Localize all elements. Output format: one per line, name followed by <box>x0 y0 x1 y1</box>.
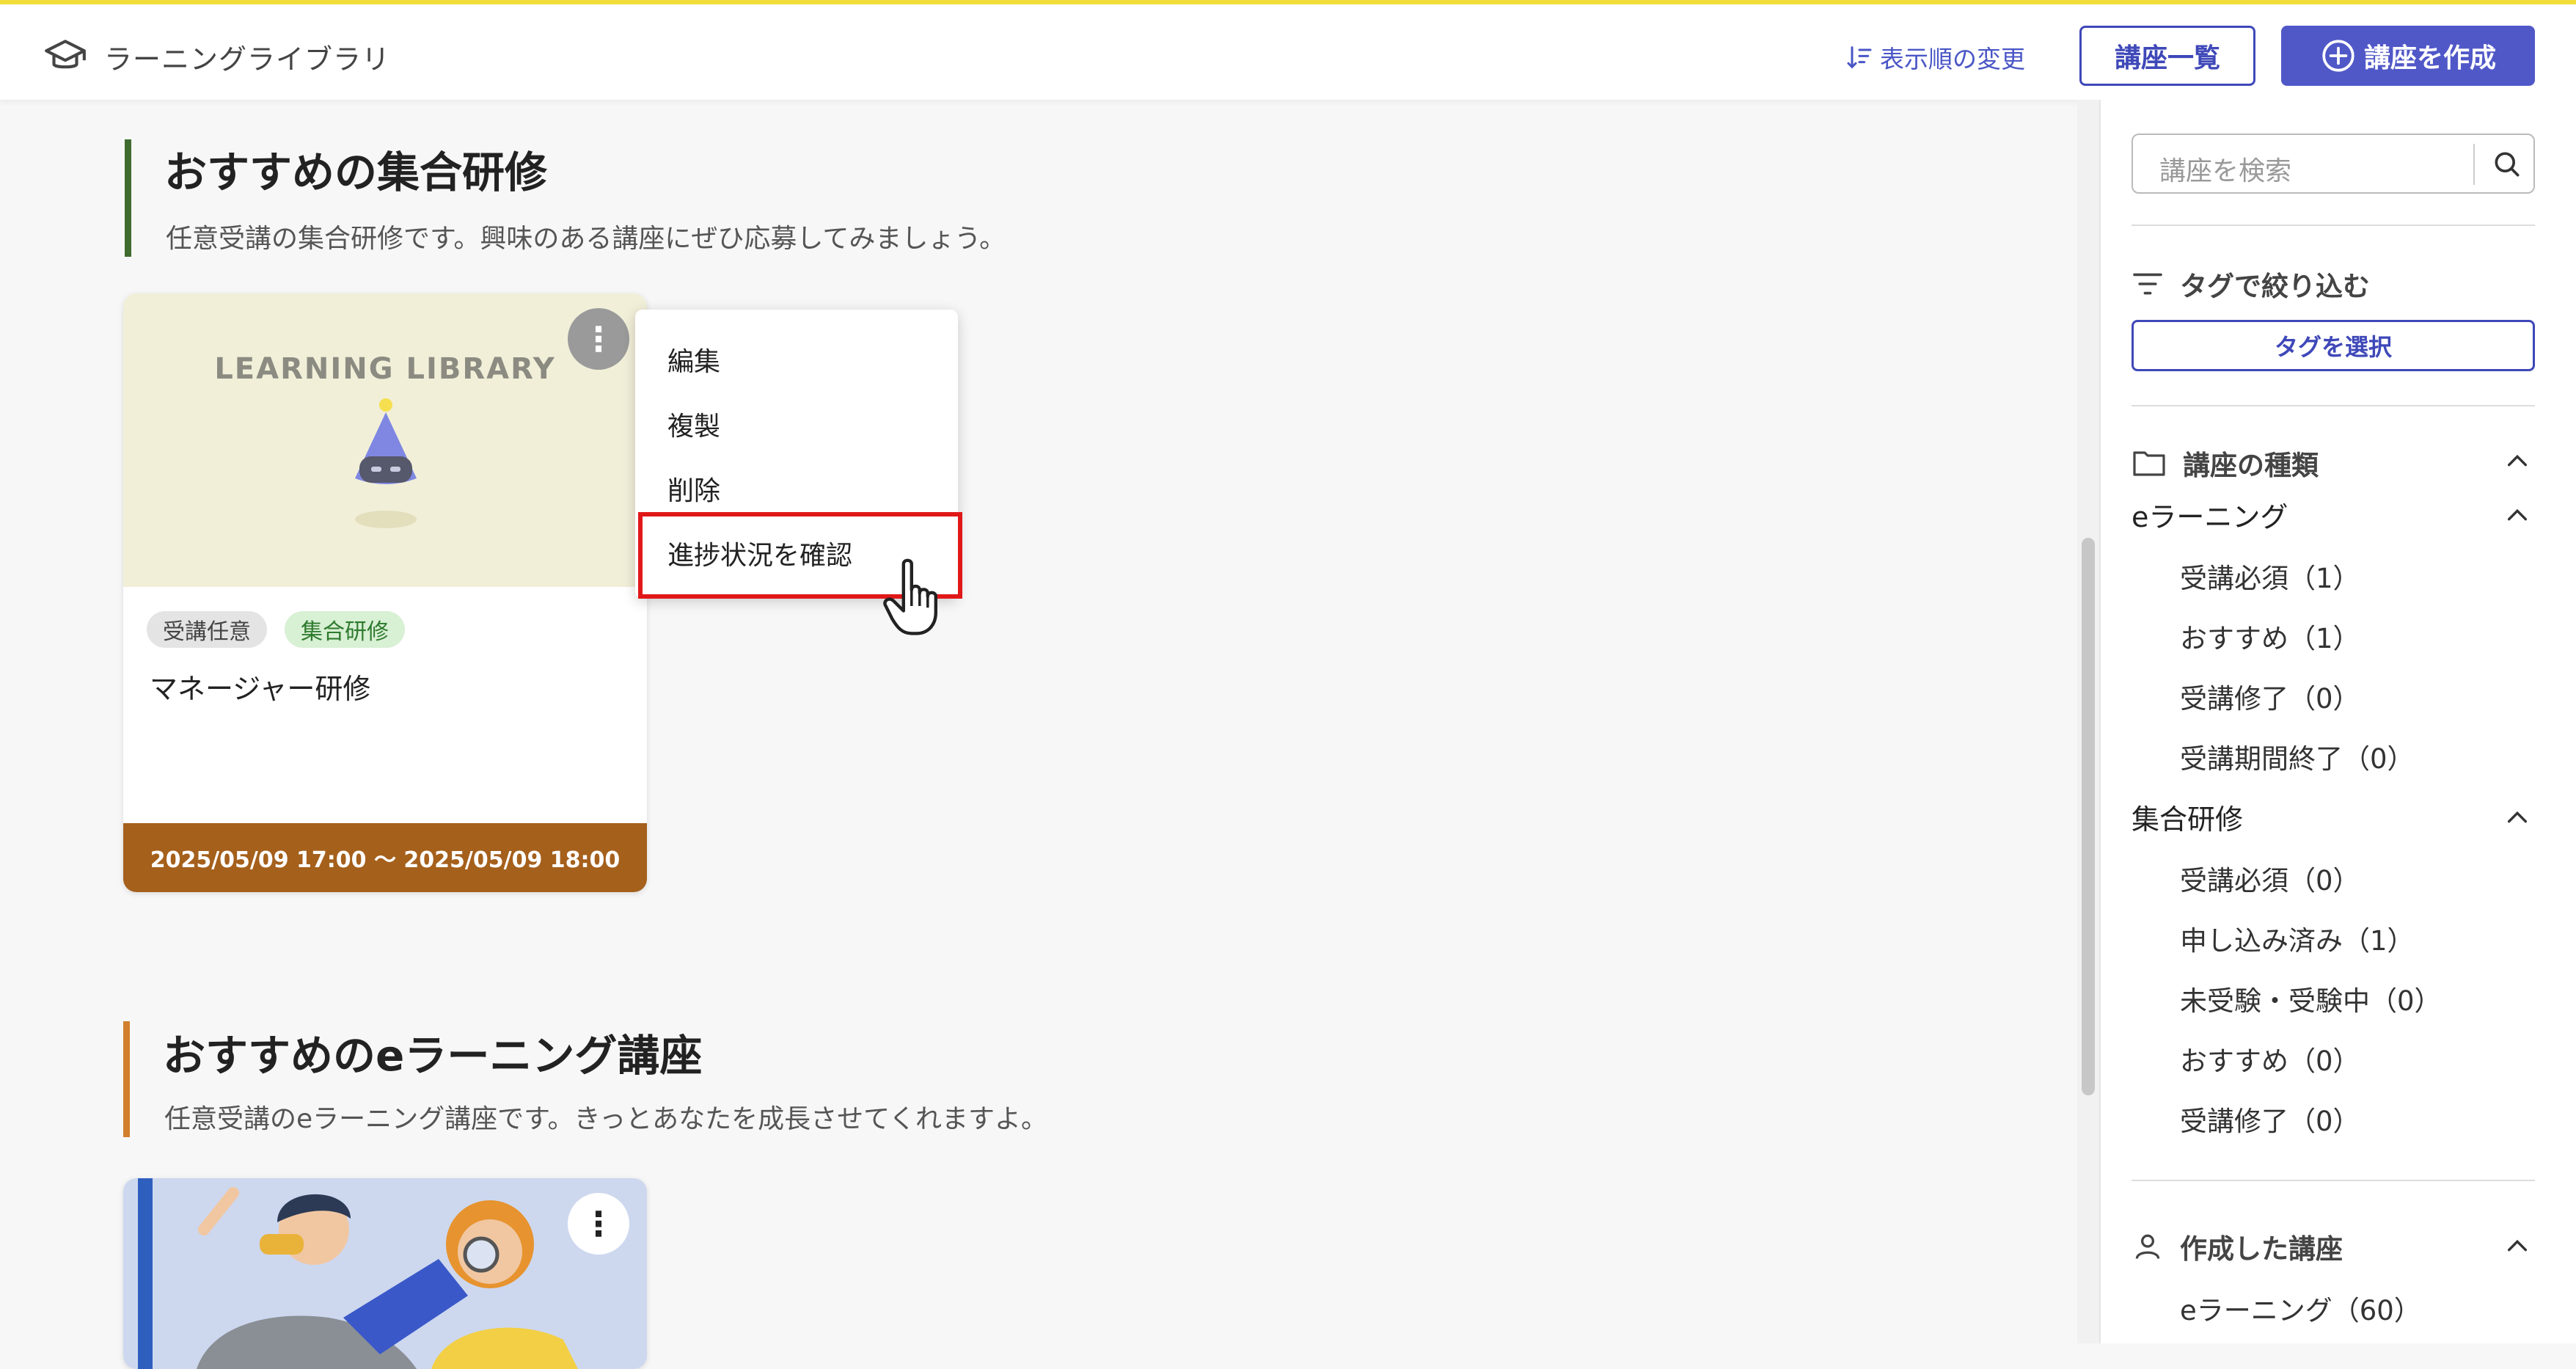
course-list-button[interactable]: 講座一覧 <box>2079 26 2255 86</box>
sidebar-item[interactable]: 受講修了（0） <box>2180 676 2360 716</box>
sidebar-item[interactable]: 受講必須（1） <box>2180 556 2360 596</box>
section-description: 任意受講の集合研修です。興味のある講座にぜひ応募してみましょう。 <box>166 224 1006 254</box>
created-courses-heading[interactable]: 作成した講座 <box>2132 1227 2343 1266</box>
hand-pointer-icon <box>883 558 937 635</box>
course-name: マネージャー研修 <box>150 673 371 705</box>
sidebar-item[interactable]: eラーニング（60） <box>2180 1288 2421 1328</box>
search-icon[interactable] <box>2491 148 2523 180</box>
filter-by-tag-label: タグで絞り込む <box>2180 271 2370 302</box>
sort-icon <box>1847 46 1872 69</box>
group-label-elearning[interactable]: eラーニング <box>2132 494 2288 535</box>
chevron-up-icon[interactable] <box>2505 808 2530 826</box>
menu-item-duplicate[interactable]: 複製 <box>667 405 720 443</box>
section-accent-bar <box>125 139 131 257</box>
section-description: 任意受講のeラーニング講座です。きっとあなたを成長させてくれますよ。 <box>164 1104 1048 1134</box>
created-courses-label: 作成した講座 <box>2180 1233 2343 1265</box>
filter-icon <box>2133 273 2162 295</box>
create-course-label: 講座を作成 <box>2363 43 2496 73</box>
course-card[interactable]: LEARNING LIBRARY ⋮ 受講任意 集合研修 マネージャー研修 20… <box>123 293 647 892</box>
course-period: 2025/05/09 17:00 ～ 2025/05/09 18:00 <box>123 823 647 892</box>
sidebar-item[interactable]: 受講修了（0） <box>2180 1099 2360 1139</box>
filter-by-tag-heading: タグで絞り込む <box>2132 264 2370 304</box>
menu-item-delete[interactable]: 削除 <box>667 470 720 508</box>
search-placeholder: 講座を検索 <box>2159 156 2292 186</box>
sidebar-item[interactable]: 未受験・受験中（0） <box>2180 979 2442 1018</box>
course-card[interactable]: ⋮ <box>123 1178 647 1369</box>
app-logo[interactable]: ラーニングライブラリ <box>43 34 390 79</box>
menu-item-edit[interactable]: 編集 <box>667 340 720 379</box>
folder-icon <box>2133 451 2165 476</box>
chevron-up-icon[interactable] <box>2505 506 2530 524</box>
tag-group-training: 集合研修 <box>285 611 405 648</box>
sidebar-item[interactable]: おすすめ（1） <box>2180 616 2360 656</box>
group-label-group-training[interactable]: 集合研修 <box>2132 797 2243 837</box>
sidebar-item[interactable]: 受講期間終了（0） <box>2180 737 2415 776</box>
chevron-up-icon[interactable] <box>2505 1237 2530 1255</box>
section-title: おすすめのeラーニング講座 <box>163 1031 703 1081</box>
sidebar-item[interactable]: おすすめ（0） <box>2180 1039 2360 1078</box>
mascot-illustration <box>355 398 417 528</box>
section-title: おすすめの集合研修 <box>164 147 548 197</box>
sort-order-link[interactable]: 表示順の変更 <box>1845 40 2025 75</box>
tag-optional: 受講任意 <box>147 611 267 648</box>
card-menu-button[interactable]: ⋮ <box>568 308 629 370</box>
divider <box>2132 224 2535 226</box>
sort-order-label: 表示順の変更 <box>1880 45 2025 73</box>
person-icon <box>2135 1234 2160 1260</box>
app-title: ラーニングライブラリ <box>104 43 391 76</box>
search-divider <box>2473 144 2475 185</box>
sidebar-item[interactable]: 申し込み済み（1） <box>2180 919 2415 958</box>
course-types-label: 講座の種類 <box>2183 450 2319 481</box>
course-thumbnail-illustration <box>123 1178 647 1369</box>
create-course-button[interactable]: 講座を作成 <box>2281 26 2535 86</box>
sidebar-item[interactable]: 受講必須（0） <box>2180 858 2360 898</box>
divider <box>2132 1180 2535 1181</box>
scrollbar-thumb[interactable] <box>2082 538 2095 1095</box>
graduation-cap-icon <box>45 40 86 69</box>
divider <box>2132 405 2535 406</box>
card-menu-button[interactable]: ⋮ <box>568 1193 629 1255</box>
top-bar: ラーニングライブラリ 表示順の変更 講座一覧 講座を作成 <box>0 0 2576 100</box>
course-types-heading[interactable]: 講座の種類 <box>2132 443 2319 483</box>
plus-circle-icon <box>2322 40 2354 72</box>
search-input[interactable]: 講座を検索 <box>2132 134 2535 194</box>
select-tag-button[interactable]: タグを選択 <box>2132 320 2535 371</box>
section-accent-bar <box>123 1021 130 1137</box>
chevron-up-icon[interactable] <box>2505 452 2530 470</box>
thumbnail-title: LEARNING LIBRARY <box>214 352 556 386</box>
